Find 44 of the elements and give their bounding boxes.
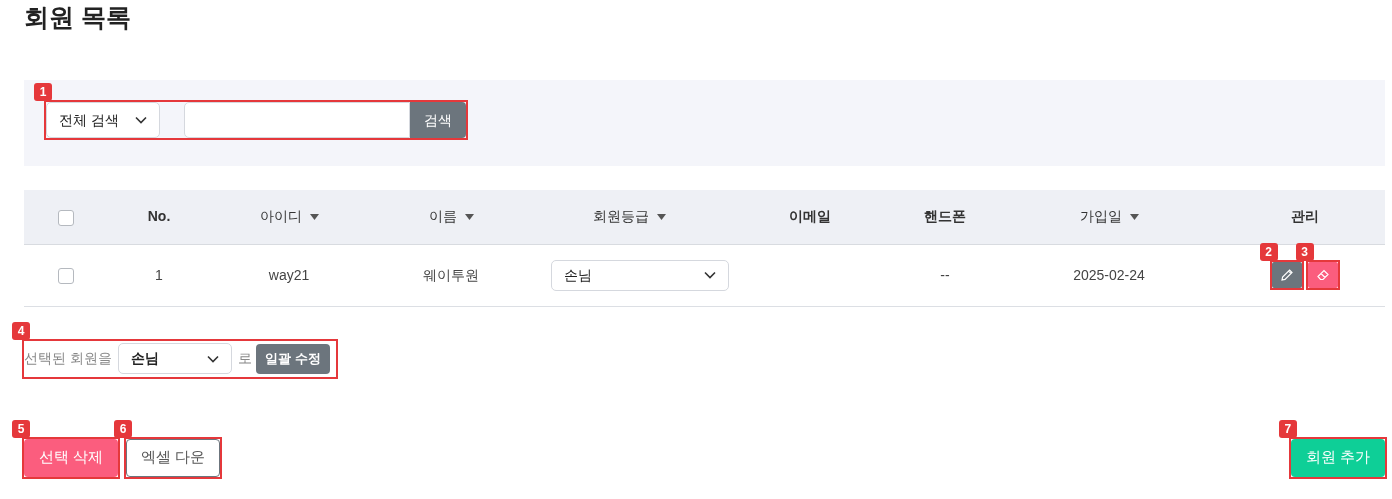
column-header: 관리 <box>1290 207 1319 227</box>
search-button[interactable]: 검색 <box>410 102 466 138</box>
search-field[interactable] <box>184 102 410 138</box>
table-cell: 1 <box>155 266 163 283</box>
chevron-icon <box>704 271 716 279</box>
column-header[interactable]: 가입일 <box>1079 206 1122 228</box>
sort-icon[interactable] <box>656 213 666 220</box>
table-cell: -- <box>940 266 950 283</box>
sort-icon[interactable] <box>1129 213 1139 220</box>
sort-icon[interactable] <box>464 213 474 220</box>
annotation-badge: 5 <box>12 419 30 438</box>
column-header[interactable]: 회원등급 <box>592 206 649 228</box>
table-cell: 2025-02-24 <box>1073 266 1145 283</box>
page-title: 회원 목록 <box>24 2 132 33</box>
annotation-badge: 2 <box>1259 243 1278 261</box>
annotation-frame <box>1305 260 1340 290</box>
annotation-badge: 3 <box>1295 243 1314 261</box>
annotation-badge: 7 <box>1278 419 1297 438</box>
select-field[interactable]: 손님 <box>551 259 729 291</box>
sort-icon[interactable] <box>309 213 319 220</box>
table-cell: way21 <box>268 266 310 283</box>
edit-button[interactable] <box>1271 262 1302 288</box>
column-header: 이메일 <box>789 207 831 227</box>
table-cell: 웨이투원 <box>423 266 479 283</box>
annotation-badge: 4 <box>12 321 30 340</box>
select-field[interactable]: 전체 검색 <box>46 102 160 138</box>
column-header: 핸드폰 <box>924 207 966 227</box>
delete-button[interactable] <box>1307 262 1338 288</box>
pencil-icon <box>1279 268 1294 282</box>
bulk-label: 선택된 회원을 <box>24 349 112 368</box>
select-all-checkbox[interactable] <box>58 209 74 226</box>
excel-download-button[interactable]: 엑셀 다운 <box>126 438 221 477</box>
column-header: No. <box>147 207 171 227</box>
eraser-icon <box>1315 268 1330 282</box>
column-header[interactable]: 아이디 <box>259 206 302 228</box>
annotation-badge: 1 <box>34 83 52 101</box>
select-field[interactable]: 손님 <box>117 343 232 374</box>
bulk-update-button[interactable]: 일괄 수정 <box>255 343 330 374</box>
chevron-icon <box>135 116 147 124</box>
column-header[interactable]: 이름 <box>428 206 457 228</box>
row-checkbox[interactable] <box>58 267 74 284</box>
bulk-label: 로 <box>237 349 252 368</box>
annotation-badge: 6 <box>114 419 133 438</box>
chevron-icon <box>206 354 219 363</box>
